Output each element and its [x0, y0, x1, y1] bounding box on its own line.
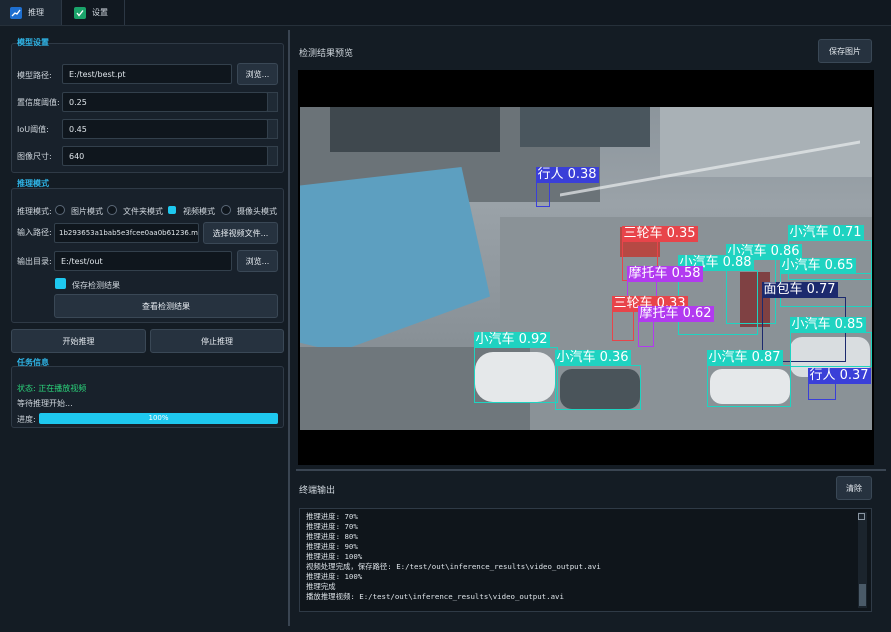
folder-mode-label: 文件夹模式 [123, 207, 163, 216]
detection-label: 小汽车 0.92 [473, 332, 550, 348]
progress-text: 100% [148, 414, 169, 422]
image-mode-label: 图片模式 [71, 207, 103, 216]
detection-label: 面包车 0.77 [761, 282, 838, 298]
tab-label: 推理 [28, 8, 44, 17]
terminal-line: 推理进度: 70% [306, 522, 358, 531]
splitter-horizontal[interactable] [296, 469, 886, 471]
tab-bar: 推理 设置 [0, 0, 891, 26]
task-info-title: 任务信息 [17, 358, 49, 367]
imgsz-field[interactable]: 640 [62, 146, 268, 166]
model-settings-title: 模型设置 [17, 38, 49, 47]
detection-box: 小汽车 0.92 [473, 332, 558, 403]
detection-label: 小汽车 0.87 [706, 350, 783, 366]
terminal-line: 推理进度: 70% [306, 512, 358, 521]
video-mode-label: 视频模式 [183, 207, 215, 216]
view-results-button[interactable]: 查看检测结果 [54, 294, 278, 318]
terminal-line: 视频处理完成，保存路径: E:/test/out\inference_resul… [306, 562, 601, 571]
terminal-scrollbar[interactable] [858, 512, 867, 608]
select-video-button[interactable]: 选择视频文件... [203, 222, 278, 244]
conf-spinner[interactable] [267, 92, 278, 112]
output-dir-label: 输出目录: [17, 257, 52, 266]
model-browse-button[interactable]: 浏览... [237, 63, 278, 85]
output-browse-button[interactable]: 浏览... [237, 250, 278, 272]
detection-label: 三轮车 0.35 [621, 226, 698, 242]
iou-spinner[interactable] [267, 119, 278, 139]
terminal-line: 播放推理视频: E:/test/out\inference_results\vi… [306, 592, 564, 601]
detection-label: 小汽车 0.65 [779, 258, 856, 274]
detection-label: 小汽车 0.85 [789, 317, 866, 333]
check-icon [74, 6, 86, 19]
start-inference-button[interactable]: 开始推理 [11, 329, 146, 353]
blue-roof [300, 167, 490, 352]
splitter[interactable] [288, 30, 290, 626]
save-results-label: 保存检测结果 [72, 281, 120, 290]
detection-label: 小汽车 0.36 [554, 350, 631, 366]
preview-title: 检测结果预览 [299, 49, 354, 59]
radio-image-mode[interactable] [55, 205, 65, 215]
detection-label: 小汽车 0.71 [787, 225, 864, 241]
detection-label: 行人 0.37 [807, 368, 871, 384]
waiting-text: 等待推理开始... [17, 399, 73, 408]
terminal-line: 推理进度: 90% [306, 542, 358, 551]
tab-inference[interactable]: 推理 [0, 0, 62, 25]
model-path-field[interactable]: E:/test/best.pt [62, 64, 232, 84]
scroll-up-arrow[interactable] [858, 513, 865, 520]
detection-box: 小汽车 0.36 [554, 350, 641, 410]
output-dir-field[interactable]: E:/test/out [54, 251, 232, 271]
scrollbar-thumb[interactable] [859, 584, 866, 606]
iou-label: IoU阈值: [17, 125, 49, 134]
input-path-field[interactable]: 1b293653a1bab5e3fcee0aa0b61236.mp4 [54, 223, 199, 243]
progress-bar: 100% [39, 413, 278, 424]
tab-label: 设置 [92, 8, 108, 17]
detection-box: 行人 0.38 [535, 167, 599, 207]
model-path-label: 模型路径: [17, 71, 52, 80]
video-frame: 行人 0.38 三轮车 0.35 小汽车 0.71 小汽车 0.86 小汽车 0… [300, 107, 872, 430]
preview-area: 行人 0.38 三轮车 0.35 小汽车 0.71 小汽车 0.86 小汽车 0… [298, 70, 874, 465]
conf-field[interactable]: 0.25 [62, 92, 268, 112]
camera-mode-label: 摄像头模式 [237, 207, 277, 216]
terminal-line: 推理进度: 80% [306, 532, 358, 541]
save-image-button[interactable]: 保存图片 [818, 39, 872, 63]
imgsz-spinner[interactable] [267, 146, 278, 166]
clear-button[interactable]: 清除 [836, 476, 872, 500]
detection-label: 行人 0.38 [535, 167, 599, 183]
terminal-title: 终端输出 [299, 486, 336, 496]
detection-box: 小汽车 0.85 [789, 317, 872, 367]
status-text: 状态: 正在播放视频 [17, 384, 87, 393]
radio-camera-mode[interactable] [221, 205, 231, 215]
terminal-line: 推理完成 [306, 582, 336, 591]
save-results-checkbox[interactable] [55, 278, 66, 289]
detection-box: 小汽车 0.87 [706, 350, 791, 407]
chart-icon [10, 6, 22, 19]
input-path-label: 输入路径: [17, 228, 52, 237]
infer-mode-title: 推理模式 [17, 179, 49, 188]
progress-label: 进度: [17, 415, 36, 424]
detection-label: 摩托车 0.58 [626, 266, 703, 282]
detection-box: 三轮车 0.33 [611, 296, 688, 341]
conf-label: 置信度阈值: [17, 98, 60, 107]
detection-box: 行人 0.37 [807, 368, 871, 400]
mode-label: 推理模式: [17, 207, 52, 216]
imgsz-label: 图像尺寸: [17, 152, 52, 161]
tab-settings[interactable]: 设置 [62, 0, 125, 25]
terminal-line: 推理进度: 100% [306, 552, 363, 561]
radio-folder-mode[interactable] [107, 205, 117, 215]
iou-field[interactable]: 0.45 [62, 119, 268, 139]
detection-label: 摩托车 0.62 [637, 306, 714, 322]
radio-video-mode[interactable] [168, 206, 176, 214]
terminal-line: 推理进度: 100% [306, 572, 363, 581]
terminal-output: 推理进度: 70% 推理进度: 70% 推理进度: 80% 推理进度: 90% … [299, 508, 872, 612]
stop-inference-button[interactable]: 停止推理 [150, 329, 284, 353]
detection-box: 摩托车 0.62 [637, 306, 714, 347]
